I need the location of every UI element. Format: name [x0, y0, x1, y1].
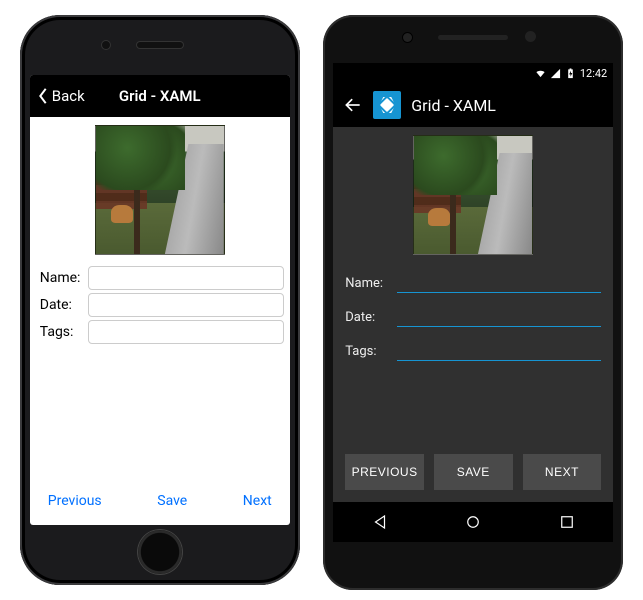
iphone-home-button[interactable] [137, 529, 183, 575]
form-row-date: Date: [36, 293, 284, 317]
back-button[interactable] [343, 95, 363, 115]
page-title: Grid - XAML [411, 96, 496, 115]
form-row-name: Name: [36, 266, 284, 290]
android-nav-bar [333, 502, 613, 542]
chevron-left-icon [36, 87, 50, 105]
tags-label: Tags: [345, 344, 397, 361]
xamarin-icon [373, 91, 401, 119]
photo-image [413, 135, 533, 255]
iphone-device-frame: Back Grid - XAML Name: Date: [20, 15, 300, 585]
previous-button[interactable]: Previous [48, 493, 102, 509]
name-label: Name: [36, 270, 88, 286]
back-label: Back [52, 87, 85, 105]
photo-thumbnail [413, 135, 533, 255]
next-button[interactable]: NEXT [523, 454, 602, 490]
ios-screen: Back Grid - XAML Name: Date: [30, 75, 290, 525]
status-bar: 12:42 [333, 63, 613, 83]
form: Name: Date: Tags: [345, 259, 601, 367]
tags-input[interactable] [88, 320, 284, 344]
battery-icon [565, 68, 576, 79]
android-screen: 12:42 Grid - XAML Name: [333, 63, 613, 542]
save-button[interactable]: Save [157, 493, 187, 509]
previous-button[interactable]: PREVIOUS [345, 454, 424, 490]
ios-navbar: Back Grid - XAML [30, 75, 290, 117]
date-input[interactable] [397, 305, 601, 327]
signal-icon [550, 68, 561, 79]
arrow-left-icon [343, 95, 363, 115]
date-label: Date: [345, 310, 397, 327]
iphone-camera-dot [102, 41, 110, 49]
android-device-frame: 12:42 Grid - XAML Name: [323, 15, 623, 590]
iphone-speaker [137, 42, 183, 48]
ios-content: Name: Date: Tags: Previous Save Next [30, 117, 290, 525]
name-input[interactable] [397, 271, 601, 293]
date-input[interactable] [88, 293, 284, 317]
photo-image [95, 125, 225, 255]
date-label: Date: [36, 297, 88, 313]
bottom-button-bar: Previous Save Next [36, 483, 284, 525]
android-content: Name: Date: Tags: [333, 127, 613, 454]
form-row-tags: Tags: [36, 320, 284, 344]
android-front-camera [525, 31, 536, 42]
bottom-button-bar: PREVIOUS SAVE NEXT [333, 454, 613, 502]
form: Name: Date: Tags: [36, 263, 284, 347]
android-speaker [438, 35, 508, 40]
tags-label: Tags: [36, 324, 88, 340]
wifi-icon [535, 68, 546, 79]
form-row-tags: Tags: [345, 339, 601, 361]
android-sensor [403, 33, 412, 42]
android-recent-icon[interactable] [558, 513, 576, 531]
name-input[interactable] [88, 266, 284, 290]
android-appbar: Grid - XAML [333, 83, 613, 127]
clock: 12:42 [580, 67, 607, 80]
name-label: Name: [345, 276, 397, 293]
photo-thumbnail [95, 125, 225, 255]
android-home-icon[interactable] [464, 513, 482, 531]
tags-input[interactable] [397, 339, 601, 361]
form-row-name: Name: [345, 271, 601, 293]
save-button[interactable]: SAVE [434, 454, 513, 490]
android-back-icon[interactable] [371, 513, 389, 531]
next-button[interactable]: Next [243, 493, 272, 509]
form-row-date: Date: [345, 305, 601, 327]
back-button[interactable]: Back [30, 87, 85, 105]
